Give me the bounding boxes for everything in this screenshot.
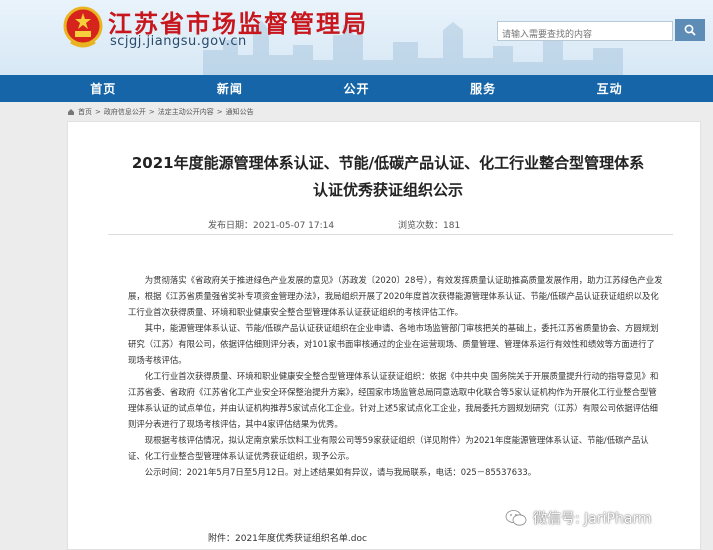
publish-date: 发布日期：2021-05-07 17:14 (208, 221, 335, 231)
article-paragraph: 现根据考核评估情况，拟认定南京紫乐饮料工业有限公司等59家获证组织（详见附件）为… (128, 435, 649, 461)
breadcrumb-gov-info[interactable]: 政府信息公开 (104, 107, 146, 117)
breadcrumb-notices[interactable]: 通知公告 (226, 107, 254, 117)
nav-interact[interactable]: 互动 (597, 80, 623, 97)
article-paragraph: 其中，能源管理体系认证、节能/低碳产品认证获证组织在企业申请、各地市场监管部门审… (128, 323, 659, 365)
title-divider (108, 234, 673, 235)
view-count: 浏览次数：181 (398, 221, 461, 231)
nav-service[interactable]: 服务 (470, 80, 496, 97)
breadcrumb-separator: > (148, 108, 155, 116)
nav-news[interactable]: 新闻 (217, 80, 243, 97)
article-panel: 2021年度能源管理体系认证、节能/低碳产品认证、化工行业整合型管理体系认证优秀… (67, 121, 701, 550)
breadcrumb-separator: > (216, 108, 223, 116)
search-button[interactable] (675, 19, 705, 41)
home-icon (68, 109, 74, 115)
search-input[interactable] (498, 26, 671, 44)
search-box (497, 21, 673, 44)
article-body: 为贯彻落实《省政府关于推进绿色产业发展的意见》（苏政发〔2020〕28号），有效… (128, 272, 663, 480)
nav-home[interactable]: 首页 (90, 80, 116, 97)
breadcrumb-public-content[interactable]: 法定主动公开内容 (158, 107, 214, 117)
breadcrumb-home[interactable]: 首页 (78, 107, 92, 117)
wechat-icon (505, 510, 527, 526)
article-paragraph: 为贯彻落实《省政府关于推进绿色产业发展的意见》（苏政发〔2020〕28号），有效… (128, 275, 663, 317)
attachment-link[interactable]: 附件：2021年度优秀获证组织名单.doc (208, 531, 367, 544)
breadcrumb: 首页 > 政府信息公开 > 法定主动公开内容 > 通知公告 (67, 107, 254, 117)
wechat-watermark: 微信号: JariPharm (505, 508, 652, 528)
nav-public[interactable]: 公开 (343, 80, 369, 97)
national-emblem-icon (63, 6, 103, 48)
site-header: 江苏省市场监督管理局 scjgj.jiangsu.gov.cn (0, 0, 713, 75)
search-icon (684, 24, 696, 36)
main-nav: 首页 新闻 公开 服务 互动 (0, 75, 713, 102)
site-domain: scjgj.jiangsu.gov.cn (110, 34, 247, 49)
article-paragraph: 公示时间：2021年5月7日至5月12日。对上述结果如有异议，请与我局联系，电话… (144, 467, 537, 477)
article-paragraph: 化工行业首次获得质量、环境和职业健康安全整合型管理体系认证获证组织：依据《中共中… (128, 371, 659, 429)
watermark-text: 微信号: JariPharm (533, 511, 652, 527)
breadcrumb-separator: > (95, 108, 101, 116)
article-title: 2021年度能源管理体系认证、节能/低碳产品认证、化工行业整合型管理体系认证优秀… (131, 154, 645, 199)
